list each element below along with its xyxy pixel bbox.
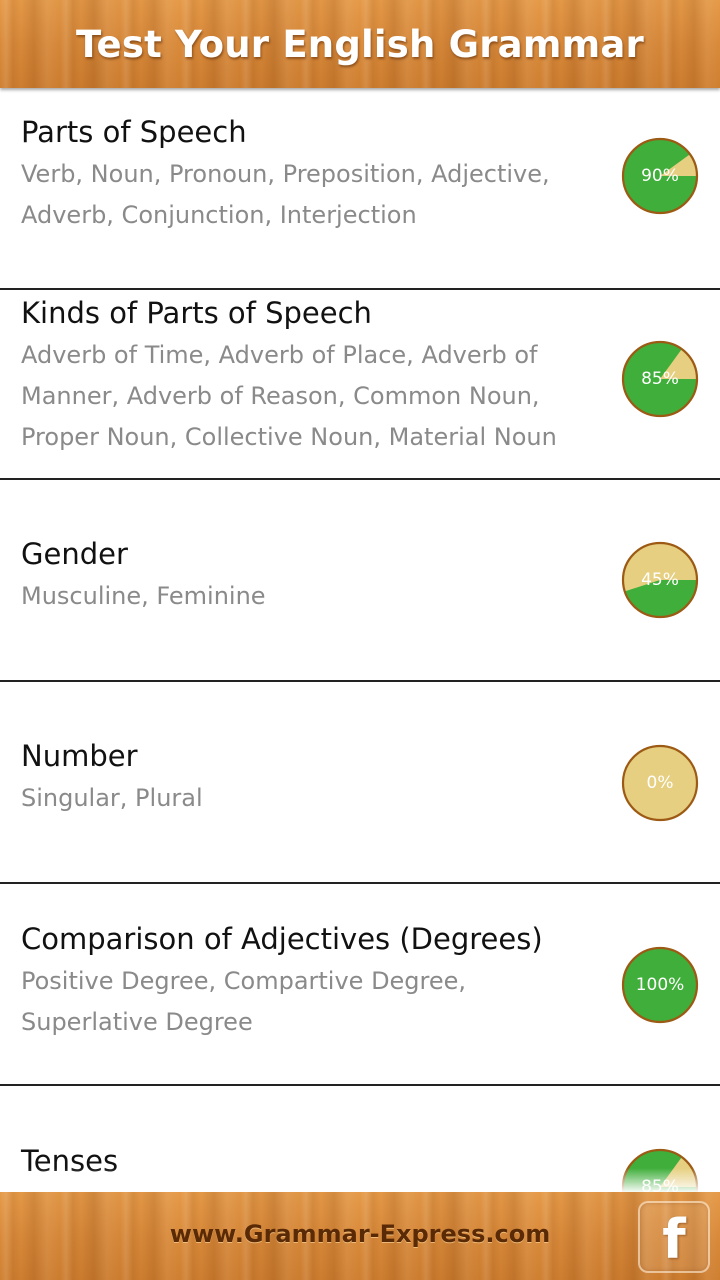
progress-label: 90%: [641, 166, 679, 186]
topic-list[interactable]: Parts of Speech Verb, Noun, Pronoun, Pre…: [0, 88, 720, 1192]
topic-subtitle: Singular, Plural: [21, 784, 203, 812]
app-header: Test Your English Grammar: [0, 0, 720, 88]
topic-title: Number: [21, 739, 138, 773]
topic-row-number[interactable]: Number Singular, Plural 0%: [0, 682, 720, 884]
app-title: Test Your English Grammar: [76, 23, 644, 66]
progress-pie: 45%: [621, 541, 699, 619]
list-fade: [0, 1168, 720, 1192]
topic-text: Number Singular, Plural: [21, 736, 596, 819]
app-footer: www.Grammar-Express.com f: [0, 1192, 720, 1280]
progress-label: 0%: [646, 773, 674, 793]
facebook-button[interactable]: f: [638, 1201, 710, 1273]
topic-title: Kinds of Parts of Speech: [21, 296, 372, 330]
progress-pie: 0%: [621, 744, 699, 822]
topic-text: Kinds of Parts of Speech Adverb of Time,…: [21, 293, 596, 458]
topic-row-parts-of-speech[interactable]: Parts of Speech Verb, Noun, Pronoun, Pre…: [0, 88, 720, 290]
topic-subtitle: Verb, Noun, Pronoun, Preposition, Adject…: [21, 160, 550, 229]
topic-subtitle: Adverb of Time, Adverb of Place, Adverb …: [21, 341, 557, 451]
topic-title: Gender: [21, 537, 128, 571]
topic-title: Parts of Speech: [21, 115, 247, 149]
topic-row-gender[interactable]: Gender Musculine, Feminine 45%: [0, 480, 720, 682]
topic-subtitle: Musculine, Feminine: [21, 582, 266, 610]
topic-text: Parts of Speech Verb, Noun, Pronoun, Pre…: [21, 112, 596, 236]
app-screen: Test Your English Grammar Parts of Speec…: [0, 0, 720, 1280]
progress-label: 45%: [641, 570, 679, 590]
progress-pie: 100%: [621, 946, 699, 1024]
progress-pie: 90%: [621, 137, 699, 215]
topic-row-kinds-of-parts-of-speech[interactable]: Kinds of Parts of Speech Adverb of Time,…: [0, 278, 720, 480]
facebook-icon: f: [662, 1208, 686, 1271]
progress-label: 85%: [641, 369, 679, 389]
topic-subtitle: Positive Degree, Compartive Degree, Supe…: [21, 967, 467, 1036]
progress-label: 100%: [635, 975, 685, 995]
topic-title: Comparison of Adjectives (Degrees): [21, 922, 543, 956]
topic-text: Comparison of Adjectives (Degrees) Posit…: [21, 919, 596, 1043]
progress-pie: 85%: [621, 340, 699, 418]
topic-row-comparison-of-adjectives[interactable]: Comparison of Adjectives (Degrees) Posit…: [0, 884, 720, 1086]
topic-text: Gender Musculine, Feminine: [21, 534, 596, 617]
website-link[interactable]: www.Grammar-Express.com: [0, 1192, 720, 1280]
